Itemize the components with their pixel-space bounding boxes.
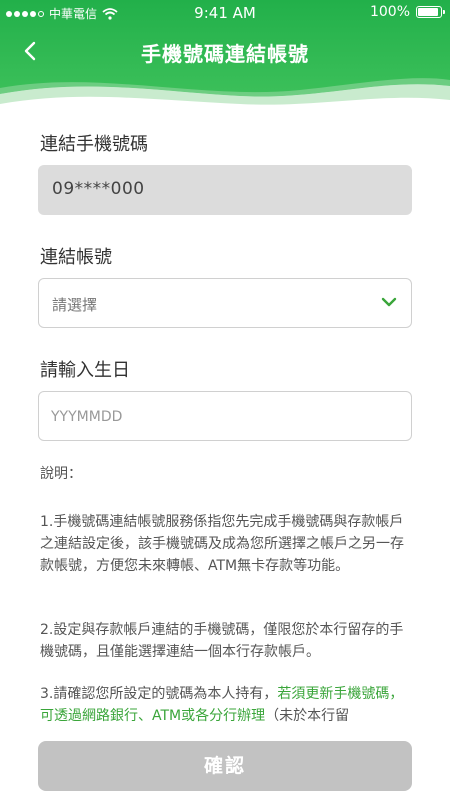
birthday-input[interactable] [51,404,391,430]
status-bar: 中華電信 9:41 AM 100% [0,0,450,26]
battery-status: 100% [369,4,445,20]
page-title: 手機號碼連結帳號 [141,42,309,66]
description-item-1: 1.手機號碼連結帳號服務係指您先完成手機號碼與存款帳戶之連結設定後，該手機號碼及… [40,514,404,574]
description-item-3-tail: （未於本行留 [265,708,350,724]
battery-percent: 100% [369,4,410,20]
header: 中華電信 9:41 AM 100% 手機號碼連結帳號 [0,0,450,108]
phone-value: 09****000 [52,179,145,199]
nav-bar: 手機號碼連結帳號 [0,26,450,76]
account-select[interactable]: 請選擇 [38,278,412,328]
phone-field: 09****000 [38,165,412,215]
account-label: 連結帳號 [40,247,112,268]
confirm-button[interactable]: 確認 [38,741,412,791]
description-heading: 說明： [40,466,82,482]
description-item-3: 3.請確認您所設定的號碼為本人持有，若須更新手機號碼，可透過網路銀行、ATM或各… [40,683,412,727]
description-item-2: 2.設定與存款帳戶連結的手機號碼，僅限您於本行留存的手機號碼，且僅能選擇連結一個… [40,622,404,660]
birthday-label: 請輸入生日 [40,360,130,381]
battery-icon [416,6,445,18]
birthday-field[interactable] [38,391,412,441]
account-select-placeholder: 請選擇 [52,296,98,314]
chevron-down-icon [381,297,397,307]
description-item-3-text: 3.請確認您所設定的號碼為本人持有， [40,686,278,702]
phone-label: 連結手機號碼 [40,134,148,155]
